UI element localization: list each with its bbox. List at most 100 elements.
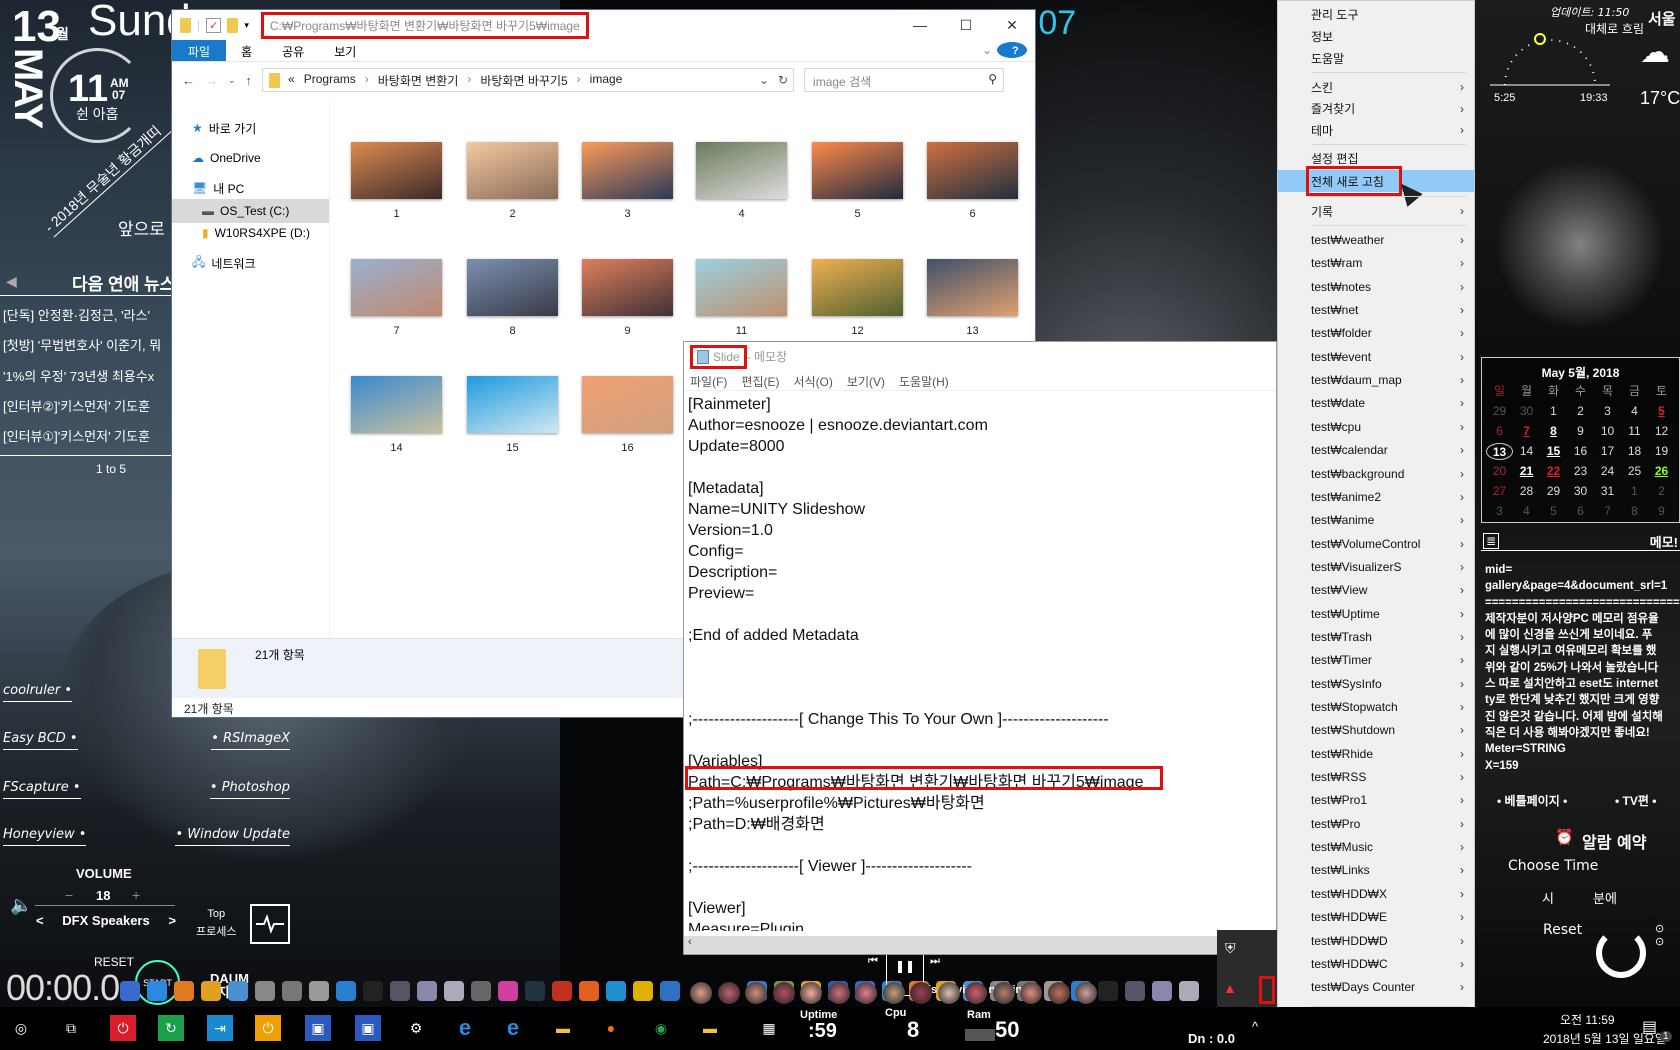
menu-item-skin[interactable]: test₩Shutdown › (1278, 719, 1474, 741)
address-dropdown-icon[interactable]: ⌄ (759, 73, 769, 87)
dock-app-icon[interactable] (282, 981, 302, 1001)
artist-avatar[interactable] (772, 982, 795, 1004)
new-folder-icon[interactable] (227, 17, 239, 33)
artist-avatar[interactable] (800, 982, 822, 1004)
app-icon[interactable]: ▣ (355, 1015, 381, 1041)
folder-icon[interactable]: ▬ (550, 1015, 576, 1041)
artist-avatar[interactable] (1047, 982, 1070, 1004)
file-thumbnail[interactable]: 6 (927, 142, 1018, 220)
arrow-left-icon[interactable]: ◀ (6, 273, 17, 290)
menu-item-skin[interactable]: test₩cpu › (1278, 416, 1474, 438)
search-input[interactable]: image 검색 ⚲ (804, 68, 1005, 92)
app-tray-icon[interactable]: ▲ (1223, 980, 1237, 996)
breadcrumb-separator[interactable]: › (365, 72, 369, 89)
firefox-icon[interactable]: ● (598, 1015, 624, 1041)
calendar-day[interactable]: 18 (1621, 443, 1648, 460)
artist-avatar[interactable] (1075, 982, 1097, 1004)
calendar-day[interactable]: 23 (1567, 463, 1594, 480)
dock-app-icon[interactable] (660, 981, 680, 1001)
calendar-day[interactable]: 4 (1513, 503, 1540, 520)
artist-avatar[interactable] (965, 982, 987, 1004)
breadcrumb-item[interactable]: « (288, 72, 295, 89)
memo-text[interactable]: mid= gallery&page=4&document_srl=1 =====… (1485, 562, 1680, 774)
menu-item-skin[interactable]: test₩notes › (1278, 276, 1474, 298)
file-thumbnail[interactable]: 1 (351, 142, 442, 220)
artist-avatar[interactable] (937, 982, 960, 1004)
menu-item-skin[interactable]: test₩Rhide › (1278, 743, 1474, 765)
dock-app-icon[interactable] (525, 981, 545, 1001)
news-item[interactable]: '1%의 우정' 73년생 최용수x (3, 366, 171, 385)
calendar-day[interactable]: 6 (1567, 503, 1594, 520)
dock-app-icon[interactable] (1098, 981, 1118, 1001)
notepad-menu-item[interactable]: 편집(E) (741, 371, 779, 390)
calendar-day[interactable]: 21 (1513, 463, 1540, 480)
dock-app-icon[interactable] (174, 981, 194, 1001)
dock-app-icon[interactable] (336, 981, 356, 1001)
sleep-icon[interactable]: ⏻ (255, 1015, 281, 1041)
file-thumbnail[interactable]: 12 (812, 259, 903, 337)
menu-item[interactable]: 도움말 (1278, 47, 1474, 69)
dock-app-icon[interactable] (579, 981, 599, 1001)
quick-access-dropdown-icon[interactable]: ▾ (244, 20, 249, 31)
menu-item-skin[interactable]: test₩ram › (1278, 252, 1474, 274)
menu-item-skin[interactable]: test₩Trash › (1278, 626, 1474, 648)
menu-item-skin[interactable]: test₩HDD₩C › (1278, 953, 1474, 975)
news-pager[interactable]: 1 to 5 (96, 462, 126, 476)
news-item[interactable]: [단독] 안정환·김정근, '라스' (3, 305, 171, 324)
artist-avatar[interactable] (690, 982, 712, 1004)
calendar-day[interactable]: 16 (1567, 443, 1594, 460)
menu-item-skin[interactable]: test₩background › (1278, 463, 1474, 485)
volume-down-button[interactable]: − (65, 887, 73, 903)
dock-app-icon[interactable] (120, 981, 140, 1001)
alarm-reset-button[interactable]: Reset (1543, 922, 1582, 938)
notification-center-icon[interactable]: ▤ (1642, 1017, 1657, 1037)
calendar-day[interactable]: 26 (1648, 463, 1675, 480)
calendar-day[interactable]: 7 (1594, 503, 1621, 520)
menu-item-skin[interactable]: test₩HDD₩X › (1278, 883, 1474, 905)
calendar-day[interactable]: 27 (1486, 483, 1513, 500)
tab-view[interactable]: 보기 (319, 40, 371, 61)
next-track-icon[interactable]: ⏭ (930, 955, 940, 968)
artist-avatar[interactable] (855, 982, 877, 1004)
menu-item-skin[interactable]: test₩RSS › (1278, 766, 1474, 788)
breadcrumb-separator[interactable]: › (467, 72, 471, 89)
calendar-day[interactable]: 8 (1621, 503, 1648, 520)
calendar-day[interactable]: 28 (1513, 483, 1540, 500)
artist-avatar[interactable] (910, 982, 932, 1004)
file-thumbnail[interactable]: 16 (582, 376, 673, 454)
properties-icon[interactable]: ✓ (206, 17, 222, 33)
nav-item[interactable]: ★ 바로 가기 (172, 116, 329, 140)
quick-link[interactable]: FScapture • (3, 780, 81, 799)
edge-icon[interactable]: e (500, 1015, 526, 1041)
dock-app-icon[interactable] (255, 981, 275, 1001)
back-button[interactable]: ← (182, 73, 195, 88)
menu-item-skin[interactable]: test₩View › (1278, 579, 1474, 601)
menu-item-skin[interactable]: test₩HDD₩D › (1278, 930, 1474, 952)
calendar-day[interactable]: 14 (1513, 443, 1540, 460)
explorer-title-bar[interactable]: | ✓ ▾ C:₩Programs₩바탕화면 변환기₩바탕화면 바꾸기5₩ima… (172, 10, 1035, 40)
dock-app-icon[interactable] (444, 981, 464, 1001)
dock-app-icon[interactable] (552, 981, 572, 1001)
tab-share[interactable]: 공유 (267, 40, 319, 61)
folder-icon[interactable]: ▬ (697, 1015, 723, 1041)
menu-item-skin[interactable]: test₩Links › (1278, 859, 1474, 881)
dock-app-icon[interactable] (147, 981, 167, 1001)
calendar-day[interactable]: 3 (1486, 503, 1513, 520)
artist-avatar[interactable] (992, 982, 1015, 1004)
menu-item-skin[interactable]: test₩anime › (1278, 509, 1474, 531)
calendar-day[interactable]: 9 (1648, 503, 1675, 520)
calendar-day[interactable]: 1 (1621, 483, 1648, 500)
menu-item-skin[interactable]: test₩Uptime › (1278, 603, 1474, 625)
dock-app-icon[interactable] (363, 981, 383, 1001)
calendar-day[interactable]: 8 (1540, 423, 1567, 440)
recent-dropdown[interactable]: ⌄ (228, 75, 236, 86)
menu-item-submenu[interactable]: 즐겨찾기 › (1278, 98, 1474, 120)
news-item[interactable]: [첫방] '무법변호사' 이준기, 뭐 (3, 335, 171, 354)
power-icon[interactable] (1596, 928, 1646, 978)
menu-item-skin[interactable]: test₩daum_map › (1278, 369, 1474, 391)
file-thumbnail[interactable]: 13 (927, 259, 1018, 337)
menu-item-skin[interactable]: test₩HDD₩E › (1278, 906, 1474, 928)
tab-home[interactable]: 홈 (226, 40, 267, 61)
dock-app-icon[interactable] (417, 981, 437, 1001)
logout-icon[interactable]: ⇥ (207, 1015, 233, 1041)
